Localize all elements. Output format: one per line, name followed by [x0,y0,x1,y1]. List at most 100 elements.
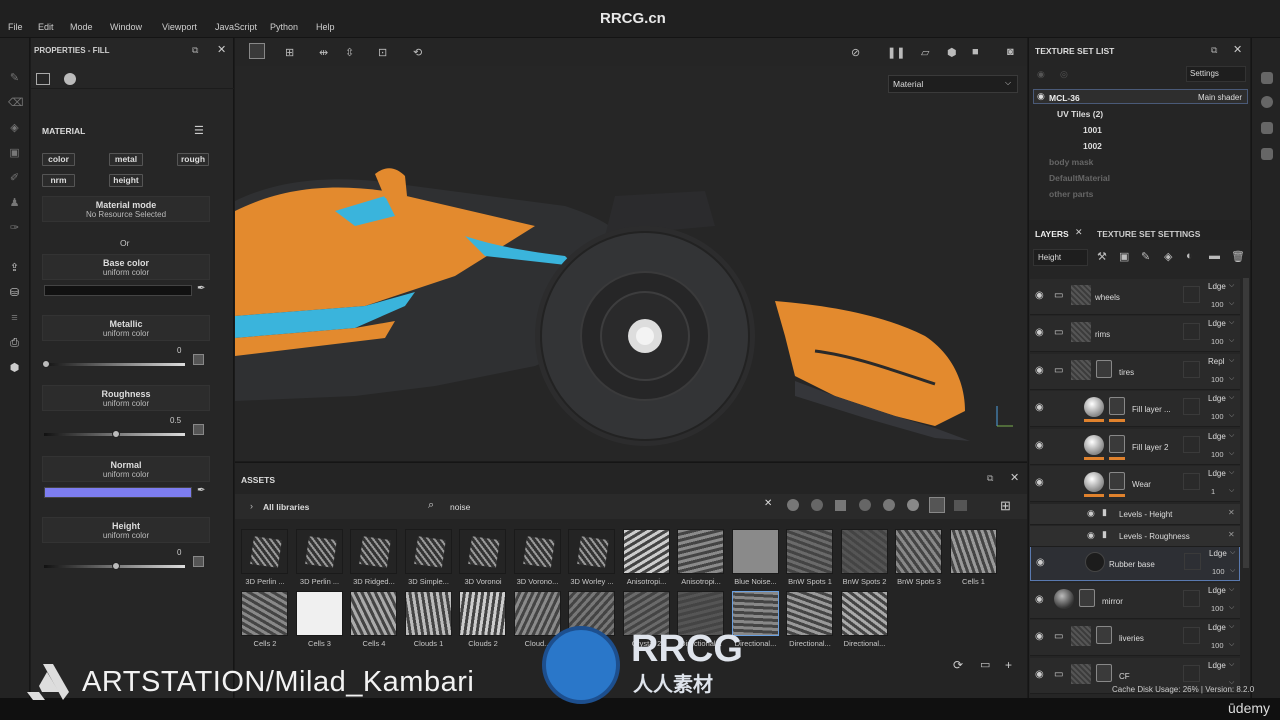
blend-mode[interactable]: Ldge [1208,319,1226,328]
search-input[interactable]: noise [450,502,470,512]
eye-icon[interactable]: ◉ [1035,402,1044,413]
asset-thumbnail[interactable] [513,591,561,636]
add-fill-layer-icon[interactable]: ◈ [1164,250,1172,263]
projection-icon[interactable]: ◈ [8,123,21,134]
eye-icon[interactable]: ◉ [1037,91,1045,102]
color-picker-icon[interactable]: ✒ [197,485,205,496]
opacity-value[interactable]: 100 [1211,450,1224,459]
layer-name[interactable]: Fill layer 2 [1132,443,1168,452]
asset-thumbnail[interactable] [513,529,561,574]
add-paint-layer-icon[interactable]: ✎ [1141,250,1150,263]
menu-window[interactable]: Window [110,22,142,32]
blend-mode[interactable]: Ldge [1208,432,1226,441]
asset-thumbnail[interactable] [568,529,615,574]
layer-name[interactable]: wheels [1095,293,1120,302]
close-icon[interactable]: ✕ [1010,471,1019,484]
eye-icon[interactable]: ◉ [1035,477,1044,488]
layer-name[interactable]: CF [1119,672,1130,681]
visibility-icon[interactable]: ◉ [1037,69,1045,80]
channel-dropdown[interactable]: Height [1033,249,1088,266]
uv-tiles-label[interactable]: UV Tiles (2) [1057,109,1103,119]
base-color-swatch[interactable] [44,285,192,296]
display-icon[interactable]: ⬢ [8,363,21,374]
asset-thumbnail[interactable] [840,591,888,636]
blend-mode[interactable]: Ldge [1208,282,1226,291]
filter-images-icon[interactable] [954,500,967,511]
fill-tab-icon[interactable] [36,73,50,85]
layer-row[interactable]: ◉ ▭ tires Repl ⌵ 100 ⌵ [1030,354,1240,390]
float-panel-icon[interactable]: ⧉ [192,45,198,56]
filter-smart-materials-icon[interactable] [811,499,823,511]
uv-grid-icon[interactable]: ⊞ [285,46,294,59]
folder-icon[interactable]: ▭ [1054,669,1063,680]
fill-layer-icon[interactable] [1084,397,1104,417]
asset-thumbnail[interactable] [949,529,997,574]
layer-name[interactable]: tires [1119,368,1134,377]
eye-icon[interactable]: ◉ [1035,594,1044,605]
eye-icon[interactable]: ◉ [1087,530,1095,541]
close-icon[interactable]: ✕ [1228,530,1235,539]
eye-icon[interactable]: ◎ [1060,69,1068,80]
blend-mode[interactable]: Ldge [1208,623,1226,632]
mask-icon[interactable] [1109,472,1125,490]
folder-icon[interactable]: ▭ [1054,365,1063,376]
asset-thumbnail[interactable] [404,529,452,574]
material-tab-icon[interactable] [64,73,76,85]
asset-thumbnail[interactable] [731,529,779,574]
menu-mode[interactable]: Mode [70,22,93,32]
grid-view-icon[interactable]: ⊞ [1000,498,1011,514]
asset-thumbnail[interactable] [677,529,724,574]
close-icon[interactable]: ✕ [1228,508,1235,517]
mask-icon[interactable] [1096,626,1112,644]
menu-help[interactable]: Help [316,22,335,32]
asset-thumbnail[interactable] [241,529,288,574]
add-folder-icon[interactable]: ▬ [1209,250,1220,262]
asset-thumbnail[interactable] [840,529,888,574]
viewer-settings-icon[interactable] [1261,72,1273,84]
effect-name[interactable]: Levels - Height [1119,510,1172,519]
effect-row[interactable]: ◉ ▮ Levels - Roughness ✕ [1030,526,1240,547]
layer-thumbnail[interactable] [1071,664,1091,684]
roughness-box[interactable]: Roughness uniform color [42,385,210,411]
asset-thumbnail[interactable] [895,529,942,574]
channel-color-button[interactable]: color [42,153,75,166]
menu-file[interactable]: File [8,22,23,32]
normal-color-swatch[interactable] [44,487,192,498]
asset-thumbnail[interactable] [459,591,506,636]
menu-python[interactable]: Python [270,22,298,32]
viewport-mode-icon[interactable]: ▱ [921,46,929,59]
layer-thumbnail[interactable] [1071,285,1091,305]
blend-mode[interactable]: Ldge [1209,549,1227,558]
asset-thumbnail[interactable] [622,529,670,574]
filter-textures-icon[interactable] [835,500,846,511]
layer-row[interactable]: ◉ Fill layer ... Ldge ⌵ 100 ⌵ [1030,391,1240,427]
float-panel-icon[interactable]: ⧉ [987,473,993,484]
metallic-slider-track[interactable] [44,363,185,366]
log-icon[interactable] [1261,148,1273,160]
eye-icon[interactable]: ◉ [1035,631,1044,642]
eraser-icon[interactable]: ⌫ [8,98,24,109]
add-icon[interactable]: ⊡ [378,46,387,59]
mask-icon[interactable] [1096,360,1112,378]
menu-javascript[interactable]: JavaScript [215,22,257,32]
asset-thumbnail[interactable] [350,529,397,574]
add-mask-icon[interactable]: ▣ [1119,250,1129,263]
layer-row[interactable]: ◉ Fill layer 2 Ldge ⌵ 100 ⌵ [1030,429,1240,465]
layer-row[interactable]: ◉ ▭ rims Ldge ⌵ 100 ⌵ [1030,316,1240,352]
asset-thumbnail[interactable] [786,529,833,574]
picker-icon[interactable]: ✑ [8,223,21,234]
texture-set-item[interactable]: other parts [1049,189,1093,199]
layer-row[interactable]: ◉ ▭ liveries Ldge ⌵ 100 ⌵ [1030,620,1240,656]
metallic-slider-thumb[interactable] [42,360,50,368]
layer-name[interactable]: mirror [1102,597,1123,606]
float-panel-icon[interactable]: ⧉ [1211,45,1217,56]
fill-layer-icon[interactable] [1084,435,1104,455]
random-icon[interactable] [193,424,204,435]
eye-icon[interactable]: ◉ [1036,557,1045,568]
blend-mode[interactable]: Ldge [1208,394,1226,403]
grid-icon[interactable] [249,43,265,59]
blend-mode[interactable]: Repl [1208,357,1224,366]
uv-tile-item[interactable]: 1002 [1083,141,1102,151]
add-smart-material-icon[interactable]: ◐ [1186,250,1193,262]
chevron-right-icon[interactable]: › [250,501,253,511]
